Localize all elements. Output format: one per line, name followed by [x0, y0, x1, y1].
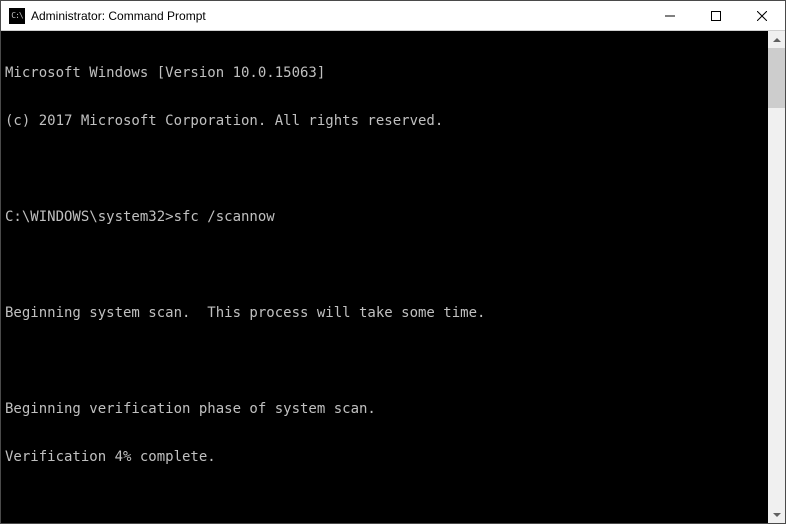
maximize-icon [711, 11, 721, 21]
terminal-line: Microsoft Windows [Version 10.0.15063] [5, 65, 768, 81]
terminal-line [5, 353, 768, 369]
terminal-line: Beginning verification phase of system s… [5, 401, 768, 417]
client-area: Microsoft Windows [Version 10.0.15063] (… [1, 31, 785, 523]
minimize-icon [665, 11, 675, 21]
chevron-up-icon [773, 36, 781, 44]
terminal-output[interactable]: Microsoft Windows [Version 10.0.15063] (… [1, 31, 768, 523]
scrollbar-track[interactable] [768, 48, 785, 506]
chevron-down-icon [773, 511, 781, 519]
terminal-line [5, 161, 768, 177]
window-frame: Administrator: Command Prompt Microsoft … [0, 0, 786, 524]
close-button[interactable] [739, 1, 785, 31]
terminal-line: Verification 4% complete. [5, 449, 768, 465]
scroll-up-button[interactable] [768, 31, 785, 48]
terminal-line: (c) 2017 Microsoft Corporation. All righ… [5, 113, 768, 129]
scrollbar-thumb[interactable] [768, 48, 785, 108]
close-icon [757, 11, 767, 21]
terminal-line: C:\WINDOWS\system32>sfc /scannow [5, 209, 768, 225]
vertical-scrollbar[interactable] [768, 31, 785, 523]
terminal-line [5, 257, 768, 273]
scroll-down-button[interactable] [768, 506, 785, 523]
terminal-line: Beginning system scan. This process will… [5, 305, 768, 321]
maximize-button[interactable] [693, 1, 739, 31]
cmd-icon [9, 8, 25, 24]
titlebar[interactable]: Administrator: Command Prompt [1, 1, 785, 31]
window-title: Administrator: Command Prompt [31, 9, 206, 23]
minimize-button[interactable] [647, 1, 693, 31]
